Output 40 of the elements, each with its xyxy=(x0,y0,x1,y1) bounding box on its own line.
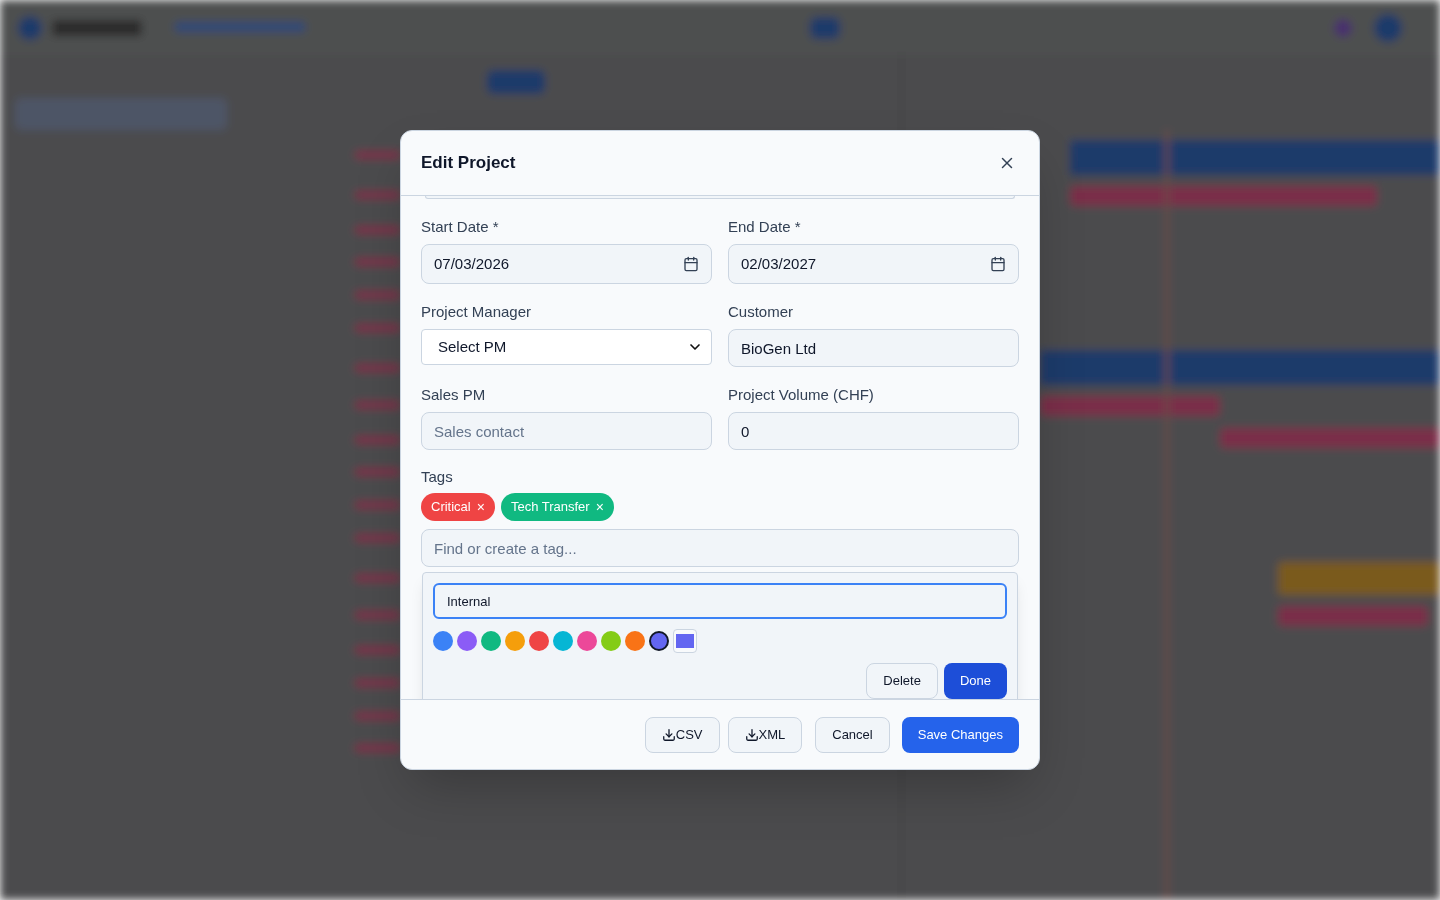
color-swatch[interactable] xyxy=(577,631,597,651)
custom-color-picker[interactable] xyxy=(673,629,697,653)
export-button[interactable]: CSV xyxy=(644,716,720,753)
color-swatch[interactable] xyxy=(505,631,525,651)
text-field[interactable]: Sales contact xyxy=(421,412,712,450)
field-label: Sales PM xyxy=(421,385,487,405)
done-button[interactable]: Done xyxy=(943,663,1007,699)
field-label: Project Manager xyxy=(421,302,533,322)
color-swatch[interactable] xyxy=(553,631,573,651)
tag-name-field[interactable]: Internal xyxy=(433,583,1007,619)
color-swatch[interactable] xyxy=(433,631,453,651)
export-button[interactable]: XML xyxy=(727,716,803,753)
calendar-icon xyxy=(990,256,1006,272)
download-icon xyxy=(744,727,759,742)
dialog-title: Edit Project xyxy=(421,152,516,175)
color-swatch[interactable] xyxy=(625,631,645,651)
save-button[interactable]: Save Changes xyxy=(901,716,1019,753)
color-swatch[interactable] xyxy=(457,631,477,651)
color-swatch[interactable] xyxy=(649,631,669,651)
date-field[interactable]: 07/03/2026 xyxy=(421,244,712,284)
field-label: Start Date * xyxy=(421,217,500,237)
delete-button[interactable]: Delete xyxy=(866,663,938,699)
calendar-icon xyxy=(683,256,699,272)
cancel-button[interactable]: Cancel xyxy=(815,716,890,753)
text-field[interactable]: BioGen Ltd xyxy=(728,329,1019,367)
select-field[interactable]: Select PM xyxy=(421,329,712,365)
color-swatch[interactable] xyxy=(529,631,549,651)
tags-label: Tags xyxy=(421,467,454,487)
color-swatch[interactable] xyxy=(481,631,501,651)
download-icon xyxy=(661,727,676,742)
tag-chip: Critical × xyxy=(421,493,495,521)
field-label: Project Volume (CHF) xyxy=(728,385,875,405)
date-field[interactable]: 02/03/2027 xyxy=(728,244,1019,284)
field-label: Customer xyxy=(728,302,795,322)
text-field[interactable]: 0 xyxy=(728,412,1019,450)
tag-search-field[interactable]: Find or create a tag... xyxy=(421,529,1019,567)
color-swatch[interactable] xyxy=(601,631,621,651)
tag-chip: Tech Transfer × xyxy=(500,493,614,521)
remove-tag-button[interactable]: × xyxy=(476,496,485,518)
field-label: End Date * xyxy=(728,217,802,237)
